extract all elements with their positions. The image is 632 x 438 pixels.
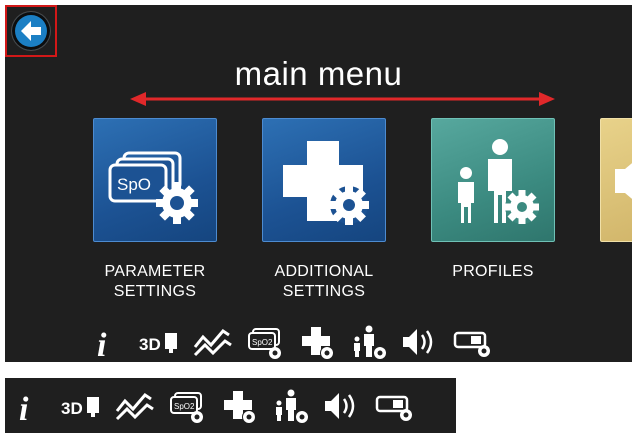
svg-text:SpO2: SpO2: [174, 402, 195, 411]
profiles-label: PROFILES: [452, 263, 534, 280]
info-icon[interactable]: i: [83, 323, 135, 362]
svg-text:i: i: [97, 327, 107, 361]
alarm-3d-icon[interactable]: 3D: [57, 387, 109, 425]
family-gear-icon: [458, 139, 539, 224]
svg-text:SpO2: SpO2: [252, 338, 273, 347]
page-title: main menu: [234, 55, 403, 92]
main-menu-screen: main menu SpO PARAMETER SETTINGS ADDITIO…: [5, 5, 632, 362]
sound-settings-tile[interactable]: [600, 118, 632, 242]
spo2-settings-icon[interactable]: SpO2: [239, 323, 291, 361]
device-settings-icon[interactable]: [369, 387, 421, 425]
additional-settings-tile[interactable]: [262, 118, 386, 242]
svg-text:3D: 3D: [61, 399, 83, 418]
volume-icon[interactable]: [395, 323, 447, 361]
svg-text:3D: 3D: [139, 335, 161, 354]
additional-settings-icon[interactable]: [291, 323, 343, 361]
spo2-badge-text: SpO: [117, 175, 151, 194]
back-arrow-icon: [21, 21, 41, 41]
back-button[interactable]: [12, 12, 50, 50]
spo2-settings-icon[interactable]: SpO2: [161, 387, 213, 425]
svg-text:i: i: [19, 391, 29, 425]
spo2-cards-icon: SpO: [108, 151, 198, 224]
profiles-icon[interactable]: [265, 387, 317, 425]
back-button-highlight: [5, 5, 57, 57]
icon-bar-detail: i 3D SpO2: [5, 378, 456, 433]
parameter-settings-label: PARAMETER SETTINGS: [104, 263, 206, 300]
additional-settings-label: ADDITIONAL SETTINGS: [274, 263, 374, 300]
scroll-arrow-icon: [130, 92, 555, 106]
trends-icon[interactable]: [187, 323, 239, 361]
volume-icon[interactable]: [317, 387, 369, 425]
cross-gear-icon: [283, 141, 369, 225]
profiles-icon[interactable]: [343, 323, 395, 361]
profiles-tile[interactable]: [431, 118, 555, 242]
parameter-settings-tile[interactable]: SpO: [93, 118, 217, 242]
info-icon[interactable]: i: [5, 387, 57, 428]
device-settings-icon[interactable]: [447, 323, 499, 361]
sound-settings-label: SC: [582, 262, 632, 282]
additional-settings-icon[interactable]: [213, 387, 265, 425]
quick-icon-bar: i 3D SpO2: [83, 323, 499, 362]
speaker-icon: [615, 163, 632, 199]
quick-icon-bar-detail: i 3D SpO2: [5, 387, 421, 428]
trends-icon[interactable]: [109, 387, 161, 425]
alarm-3d-icon[interactable]: 3D: [135, 323, 187, 361]
